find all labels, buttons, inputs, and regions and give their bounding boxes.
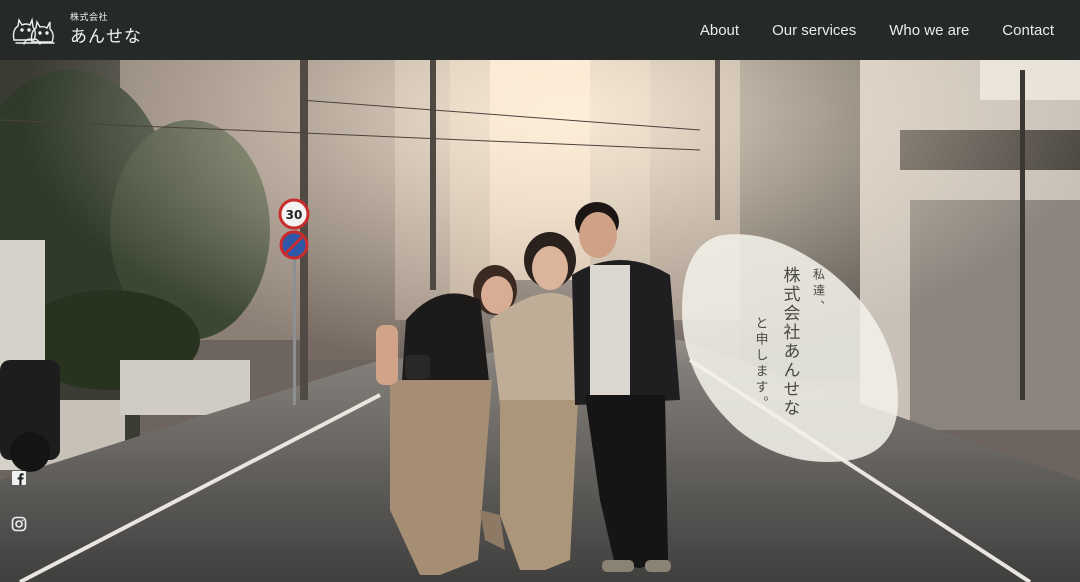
hero-photo: 30 [0, 60, 1080, 582]
speed-limit-text: 30 [286, 208, 303, 222]
nav-our-services[interactable]: Our services [772, 22, 856, 39]
logo-company-type: 株式会社 [70, 13, 109, 23]
cat-family-logo-icon [12, 17, 55, 45]
hero-section: 30 私達、 株式会社あんせな と申します。 [0, 60, 1080, 582]
bubble-line-2: 株式会社あんせな [779, 266, 800, 418]
nav-who-we-are[interactable]: Who we are [889, 22, 969, 39]
logo[interactable]: 株式会社 あんせな [10, 10, 142, 50]
site-header: 株式会社 あんせな About Our services Who we are … [0, 0, 1080, 60]
logo-company-name: あんせな [70, 27, 142, 47]
facebook-icon[interactable] [11, 470, 27, 486]
main-nav: About Our services Who we are Contact [667, 0, 1054, 60]
speech-bubble: 私達、 株式会社あんせな と申します。 [678, 230, 900, 462]
bubble-line-1: 私達、 [811, 268, 826, 316]
bubble-line-3: と申します。 [752, 316, 768, 412]
nav-contact[interactable]: Contact [1002, 22, 1054, 39]
instagram-icon[interactable] [11, 516, 27, 532]
nav-about[interactable]: About [700, 22, 739, 39]
